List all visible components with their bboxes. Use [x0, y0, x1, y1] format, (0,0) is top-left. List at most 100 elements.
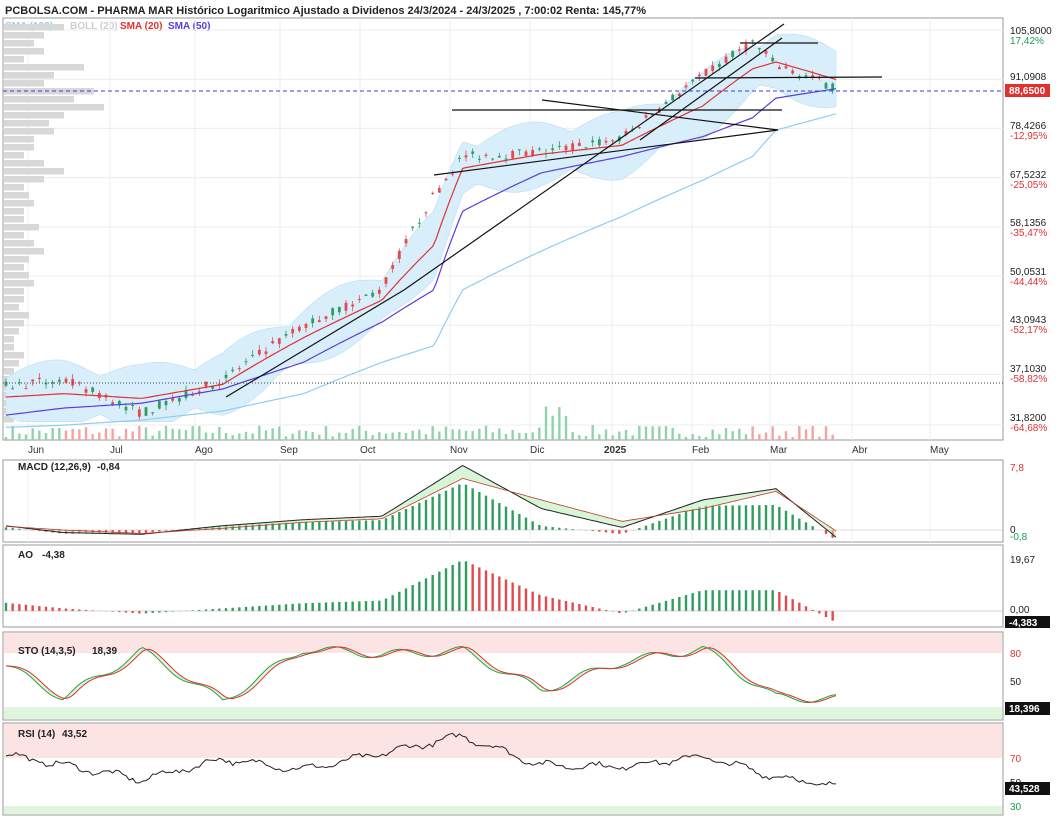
volume-profile-bar [4, 272, 29, 279]
ao-bar [238, 607, 241, 611]
candle-body [764, 50, 768, 54]
month-label: Nov [450, 445, 468, 456]
macd-bar [711, 505, 714, 530]
candle-body [591, 140, 595, 143]
ao-bar [758, 590, 761, 611]
volume-bar [624, 429, 628, 440]
candle-body [564, 145, 568, 150]
volume-bar [751, 426, 754, 440]
x-axis: Jun Jul Ago Sep Oct Nov Dic 2025 Feb Mar… [28, 445, 949, 456]
ao-bar [378, 600, 381, 611]
candle-body [424, 212, 428, 214]
macd-bar [451, 487, 454, 530]
volume-bar [358, 425, 361, 440]
macd-bar [364, 520, 368, 530]
month-label: Dic [530, 445, 544, 456]
month-label: Sep [280, 445, 298, 456]
macd-bar [338, 521, 341, 530]
volume-bar [24, 434, 28, 440]
volume-bar [598, 434, 601, 440]
ao-bar [331, 602, 334, 611]
volume-profile-bar [4, 200, 34, 207]
macd-bar [4, 527, 8, 530]
candle-body [451, 173, 455, 175]
macd-bar [444, 490, 448, 530]
volume-bar [804, 429, 808, 440]
volume-bar [78, 429, 81, 440]
volume-bar [391, 432, 394, 440]
month-label: Jul [110, 445, 123, 456]
ao-bar [651, 604, 654, 611]
volume-bar [444, 426, 448, 440]
candle-body [497, 155, 501, 158]
ao-bar [544, 596, 548, 611]
candle-body [684, 85, 688, 88]
ao-bar [358, 601, 361, 611]
volume-bar [458, 429, 461, 440]
volume-profile-bar [4, 96, 74, 103]
candle-body [144, 407, 148, 416]
macd-bar [698, 506, 701, 530]
volume-bar [58, 427, 61, 440]
macd-bar [638, 527, 641, 530]
ao-bar [51, 607, 54, 611]
volume-bar [258, 425, 261, 440]
candle-body [671, 94, 675, 101]
ao-bar [558, 599, 561, 611]
volume-bar [518, 432, 521, 440]
candle-body [291, 329, 295, 334]
volume-bar [718, 434, 721, 440]
ao-bar [498, 576, 501, 611]
volume-bar [31, 428, 34, 440]
volume-bar [578, 435, 581, 440]
macd-bar [704, 505, 708, 530]
candle-body [364, 294, 368, 296]
ao-bar [584, 605, 588, 611]
volume-bar [584, 436, 588, 440]
ao-bar [251, 606, 254, 611]
volume-profile-bar [4, 64, 84, 71]
macd-bar [611, 530, 614, 534]
macd-bar [151, 530, 154, 533]
candle-body [411, 226, 415, 228]
candle-body [417, 222, 421, 224]
volume-bar [118, 436, 121, 440]
volume-bar [191, 426, 194, 440]
volume-bar [711, 429, 714, 440]
ao-bar [11, 603, 14, 611]
ao-bar [818, 611, 821, 614]
volume-bar [658, 426, 661, 440]
volume-bar [98, 432, 101, 440]
candle-body [231, 369, 235, 372]
macd-bar [504, 506, 508, 530]
volume-bar [338, 432, 341, 440]
volume-bar [144, 427, 148, 440]
ao-bar [278, 604, 281, 611]
ao-bar [64, 608, 68, 611]
ao-bar [458, 561, 461, 611]
volume-profile-bar [4, 56, 24, 63]
volume-bar [778, 435, 781, 440]
sto-tick: 80 [1010, 649, 1022, 660]
candle-body [771, 57, 775, 62]
volume-bar [771, 426, 774, 440]
ao-bar [404, 588, 408, 611]
ao-bar [638, 608, 641, 611]
volume-bar [38, 430, 41, 440]
volume-bar [791, 436, 794, 440]
volume-bar [424, 434, 428, 440]
macd-bar [464, 484, 468, 530]
macd-tick: -0,8 [1010, 532, 1028, 543]
ao-bar [291, 603, 294, 611]
ao-bar [338, 602, 341, 611]
ao-bar [284, 604, 288, 611]
volume-bar [398, 431, 401, 440]
ao-bar [571, 602, 574, 611]
current-price-label: 88,6500 [1009, 86, 1046, 97]
volume-bar [158, 430, 161, 440]
ao-bar [411, 585, 414, 611]
volume-profile-bar [4, 232, 24, 239]
macd-bar [524, 517, 528, 530]
macd-bar [138, 530, 141, 534]
candle-body [611, 140, 615, 142]
